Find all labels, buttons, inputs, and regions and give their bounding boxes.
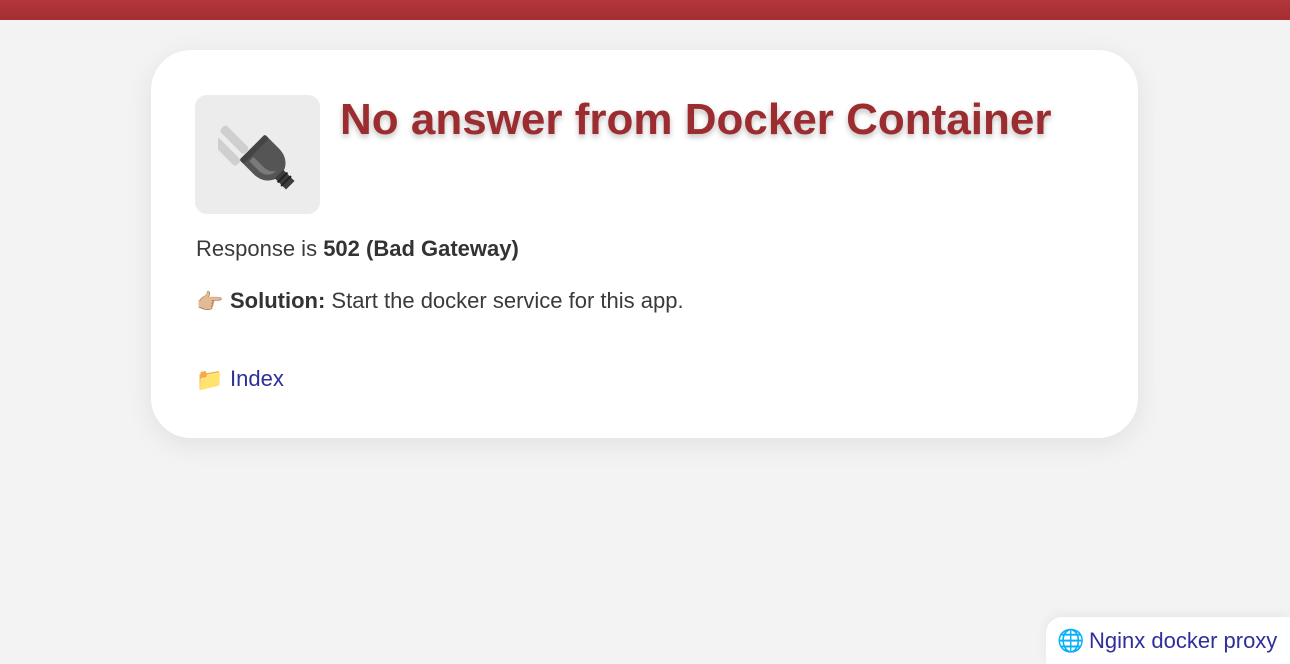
solution-line: 👉🏼 Solution: Start the docker service for… (196, 287, 684, 316)
response-prefix: Response is (196, 236, 324, 261)
nginx-docker-proxy-link[interactable]: Nginx docker proxy (1089, 628, 1277, 654)
electric-plug-icon (195, 95, 320, 214)
index-link[interactable]: Index (230, 366, 284, 391)
response-status-line: Response is 502 (Bad Gateway) (196, 235, 519, 263)
top-accent-bar (0, 0, 1290, 20)
response-status-code: 502 (Bad Gateway) (323, 236, 519, 261)
page-title: No answer from Docker Container (340, 95, 1052, 144)
globe-icon: 🌐 (1057, 627, 1085, 653)
pointing-hand-icon: 👉🏼 (196, 289, 224, 315)
solution-label: Solution: (230, 288, 326, 313)
folder-icon: 📁 (196, 367, 224, 393)
footer-badge: 🌐 Nginx docker proxy (1046, 617, 1290, 664)
index-link-row: 📁 Index (196, 365, 284, 394)
solution-text: Start the docker service for this app. (325, 288, 684, 313)
error-card: No answer from Docker Container Response… (151, 50, 1138, 438)
